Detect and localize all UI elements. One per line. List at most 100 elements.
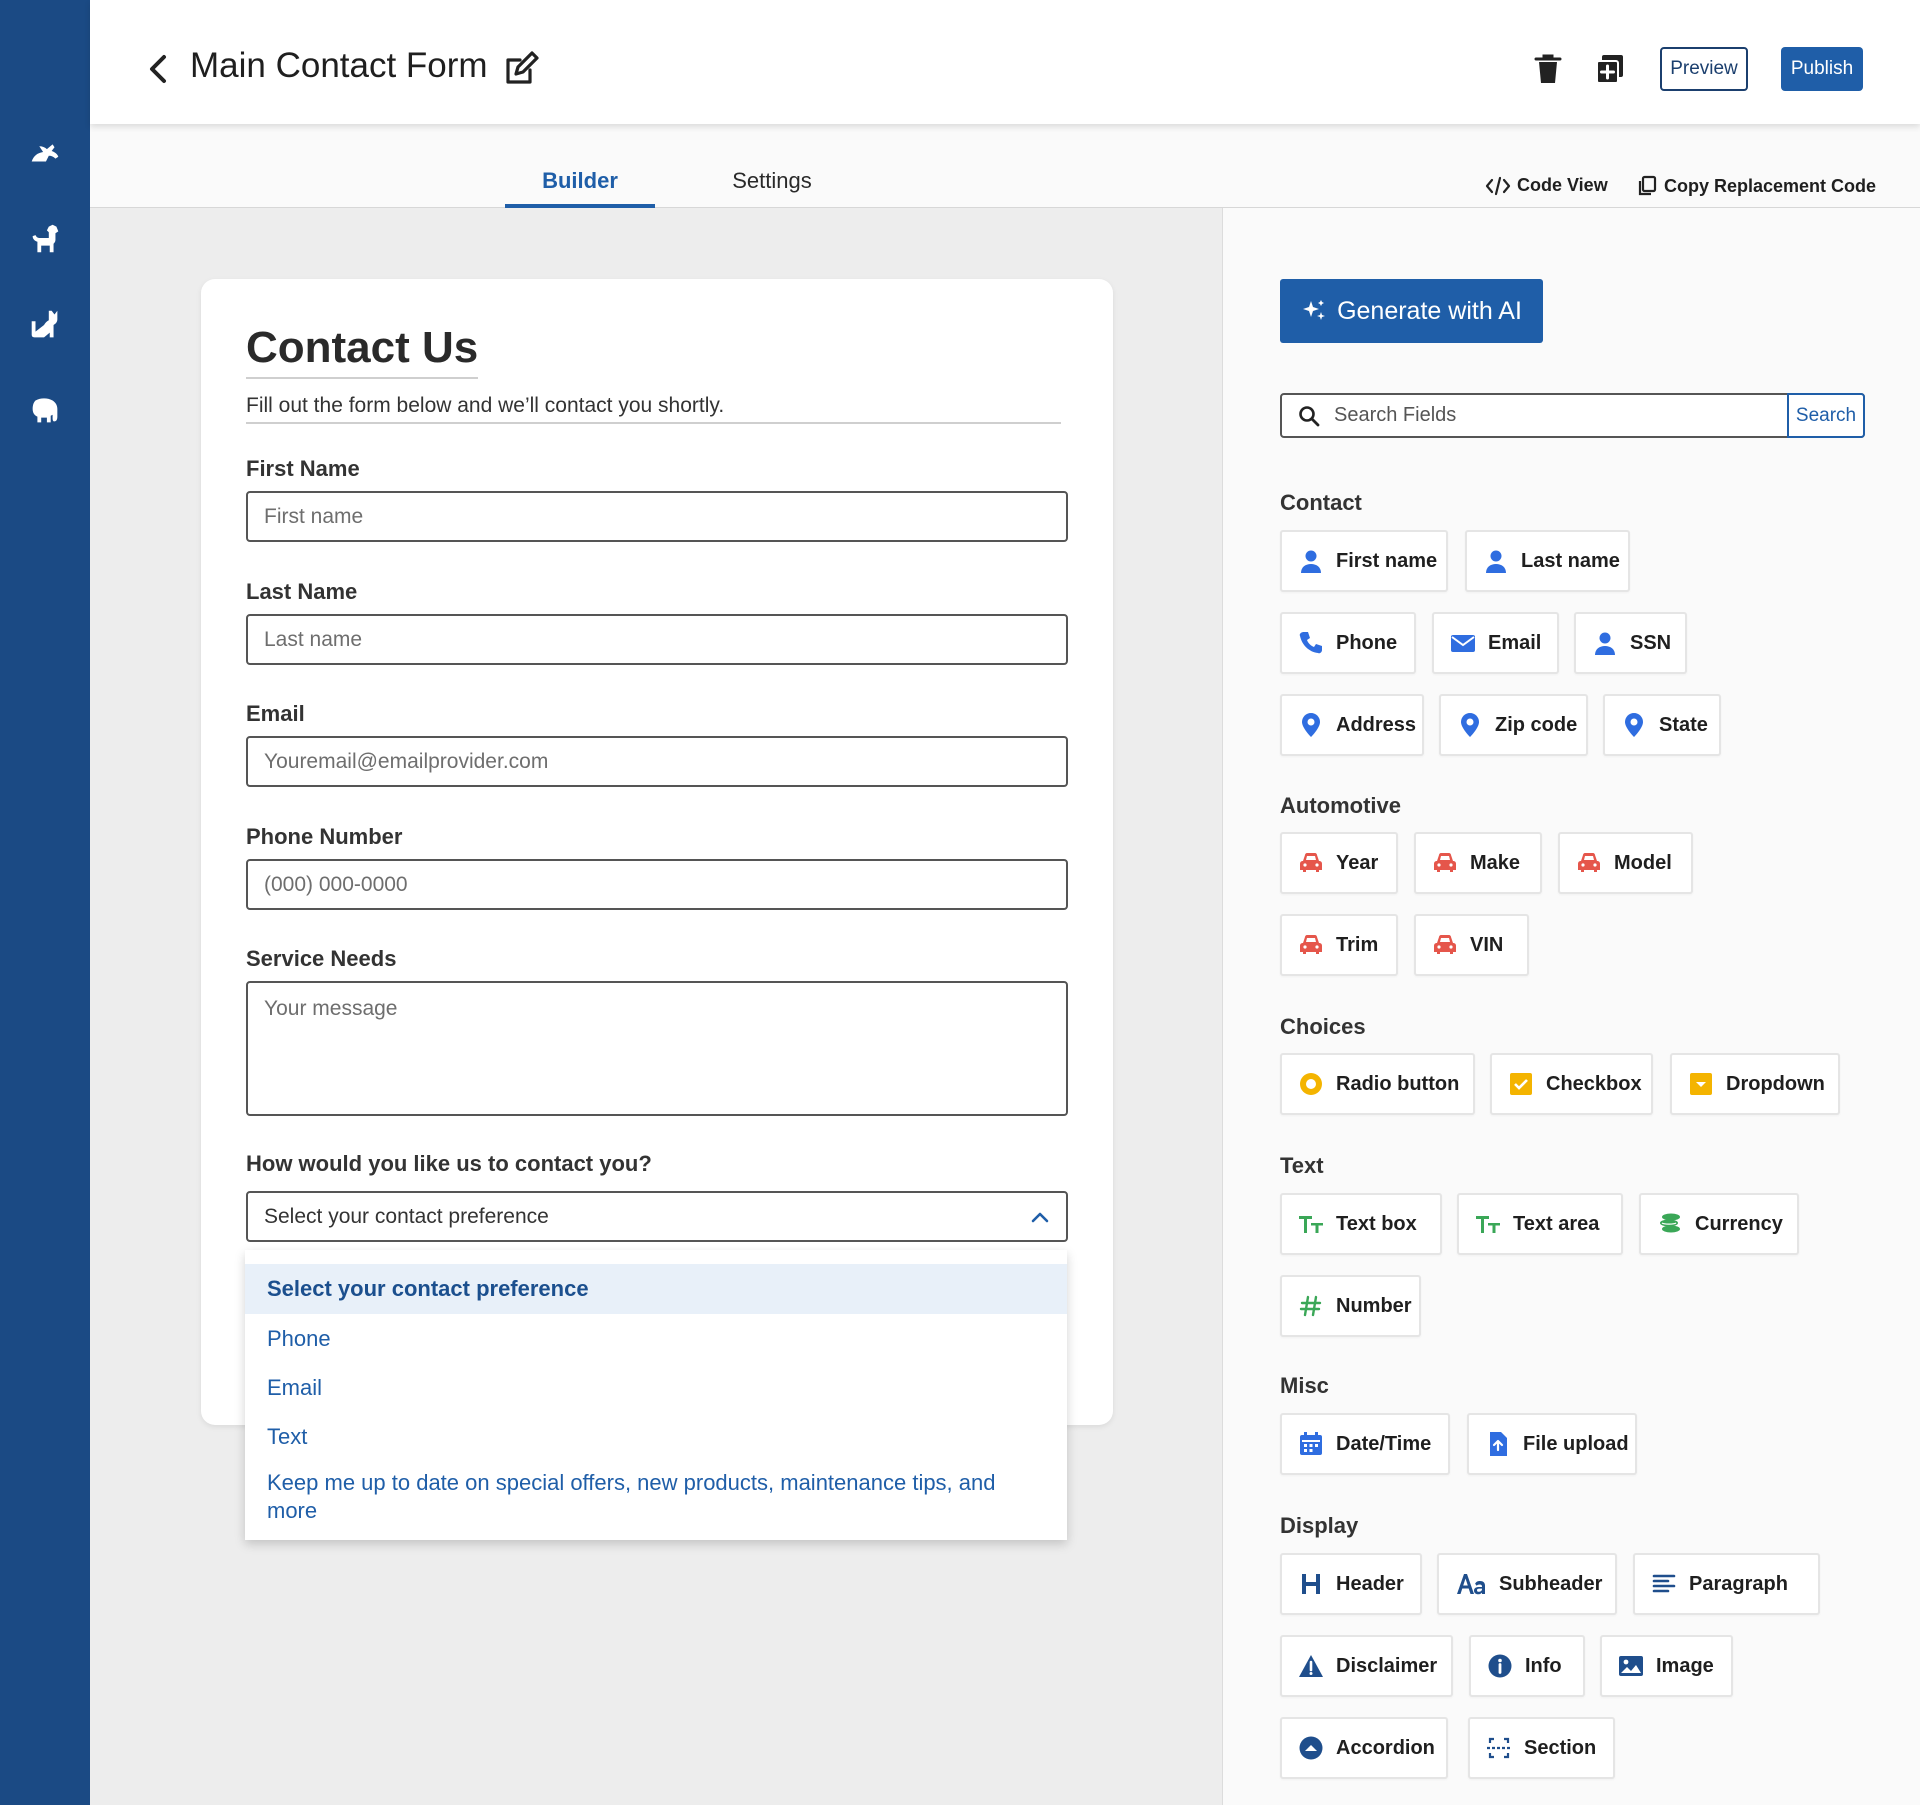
contact-pref-select[interactable]: Select your contact preference <box>246 1191 1068 1242</box>
chip-paragraph[interactable]: Paragraph <box>1633 1553 1820 1615</box>
chip-label: VIN <box>1470 933 1504 956</box>
chip-phone[interactable]: Phone <box>1280 612 1416 674</box>
chip-header[interactable]: Header <box>1280 1553 1422 1615</box>
person-icon <box>1595 632 1615 655</box>
checkbox-icon <box>1510 1073 1532 1095</box>
chip-first-name[interactable]: First name <box>1280 530 1448 592</box>
chip-year[interactable]: Year <box>1280 832 1398 894</box>
chip-trim[interactable]: Trim <box>1280 914 1398 976</box>
chip-dropdown[interactable]: Dropdown <box>1670 1053 1840 1115</box>
generate-ai-button[interactable]: Generate with AI <box>1280 279 1543 343</box>
dropdown-option[interactable]: Select your contact preference <box>245 1264 1067 1314</box>
chip-text-area[interactable]: Text area <box>1457 1193 1623 1255</box>
envelope-icon <box>1451 635 1475 652</box>
chip-state[interactable]: State <box>1603 694 1721 756</box>
preview-button[interactable]: Preview <box>1660 47 1748 91</box>
tab-builder[interactable]: Builder <box>505 168 655 194</box>
chip-date-time[interactable]: Date/Time <box>1280 1413 1450 1475</box>
warning-icon <box>1299 1655 1323 1677</box>
chip-ssn[interactable]: SSN <box>1574 612 1687 674</box>
chip-label: State <box>1659 713 1708 736</box>
form-canvas: Contact Us Fill out the form below and w… <box>90 208 1222 1805</box>
dropdown-option[interactable]: Email <box>245 1363 1067 1412</box>
chip-accordion[interactable]: Accordion <box>1280 1717 1448 1779</box>
last-name-label: Last Name <box>246 579 358 604</box>
service-needs-textarea[interactable] <box>246 981 1068 1116</box>
chip-last-name[interactable]: Last name <box>1465 530 1630 592</box>
chip-zip-code[interactable]: Zip code <box>1439 694 1588 756</box>
car-icon <box>1434 853 1456 872</box>
chip-label: Dropdown <box>1726 1072 1825 1095</box>
form-subtitle[interactable]: Fill out the form below and we’ll contac… <box>246 394 1061 424</box>
copy-code-label: Copy Replacement Code <box>1664 175 1877 196</box>
top-bar: Main Contact Form Preview Publish <box>90 0 1920 124</box>
chip-model[interactable]: Model <box>1558 832 1693 894</box>
code-icon <box>1485 176 1511 195</box>
chip-label: Phone <box>1336 631 1398 654</box>
edit-title-button[interactable] <box>502 48 542 88</box>
chip-vin[interactable]: VIN <box>1414 914 1529 976</box>
chevron-up-icon <box>1031 1212 1049 1222</box>
chip-disclaimer[interactable]: Disclaimer <box>1280 1635 1453 1697</box>
tab-settings[interactable]: Settings <box>702 168 842 194</box>
delete-button[interactable] <box>1533 52 1565 88</box>
duplicate-button[interactable] <box>1594 52 1628 88</box>
first-name-input[interactable] <box>246 491 1068 542</box>
paragraph-icon <box>1652 1574 1676 1593</box>
code-view-label: Code View <box>1517 175 1608 195</box>
last-name-input[interactable] <box>246 614 1068 665</box>
chip-info[interactable]: Info <box>1469 1635 1585 1697</box>
group-title-automotive: Automotive <box>1280 793 1401 818</box>
elephant-icon[interactable] <box>25 390 65 430</box>
chip-make[interactable]: Make <box>1414 832 1542 894</box>
chip-label: Radio button <box>1336 1072 1460 1095</box>
publish-button[interactable]: Publish <box>1781 47 1863 91</box>
location-pin-icon <box>1461 713 1479 737</box>
chip-label: Accordion <box>1336 1736 1435 1759</box>
chip-address[interactable]: Address <box>1280 694 1424 756</box>
chip-email[interactable]: Email <box>1432 612 1559 674</box>
dropdown-option[interactable]: Keep me up to date on special offers, ne… <box>245 1461 1067 1525</box>
sparkle-icon <box>1303 300 1326 320</box>
code-view-button[interactable]: Code View <box>1485 175 1608 196</box>
chip-radio-button[interactable]: Radio button <box>1280 1053 1475 1115</box>
accordion-icon <box>1299 1736 1323 1760</box>
search-input[interactable] <box>1334 395 1754 436</box>
dog-icon[interactable] <box>25 218 65 258</box>
tabs-bar: Builder Settings Code View Copy Replacem… <box>90 124 1920 208</box>
chip-label: Header <box>1336 1572 1404 1595</box>
dropdown-option[interactable]: Phone <box>245 1314 1067 1363</box>
back-button[interactable] <box>140 49 176 89</box>
email-input[interactable] <box>246 736 1068 787</box>
chip-text-box[interactable]: Text box <box>1280 1193 1442 1255</box>
font-size-icon <box>1457 1574 1485 1595</box>
horse-icon[interactable] <box>25 132 65 172</box>
chip-currency[interactable]: Currency <box>1639 1193 1799 1255</box>
group-title-contact: Contact <box>1280 490 1362 515</box>
dropdown-option[interactable]: Text <box>245 1412 1067 1461</box>
phone-icon <box>1299 632 1322 654</box>
chip-label: Checkbox <box>1546 1072 1642 1095</box>
chip-subheader[interactable]: Subheader <box>1437 1553 1617 1615</box>
contact-pref-dropdown: Select your contact preference Phone Ema… <box>245 1250 1067 1540</box>
copy-code-button[interactable]: Copy Replacement Code <box>1636 175 1876 197</box>
chip-label: Trim <box>1336 933 1379 956</box>
phone-input[interactable] <box>246 859 1068 910</box>
chip-label: Make <box>1470 851 1521 874</box>
chip-number[interactable]: Number <box>1280 1275 1421 1337</box>
person-icon <box>1301 550 1321 573</box>
phone-label: Phone Number <box>246 824 403 849</box>
chip-file-upload[interactable]: File upload <box>1467 1413 1637 1475</box>
chip-label: File upload <box>1523 1432 1629 1455</box>
location-pin-icon <box>1625 713 1643 737</box>
chip-section[interactable]: Section <box>1468 1717 1615 1779</box>
form-title[interactable]: Contact Us <box>246 323 479 379</box>
cat-icon[interactable] <box>25 305 65 345</box>
chip-checkbox[interactable]: Checkbox <box>1490 1053 1653 1115</box>
chip-image[interactable]: Image <box>1600 1635 1733 1697</box>
search-button[interactable]: Search <box>1787 393 1865 438</box>
search-field-group: Search <box>1280 393 1865 438</box>
car-icon <box>1300 935 1322 954</box>
group-title-misc: Misc <box>1280 1373 1329 1398</box>
chip-label: Text area <box>1513 1212 1600 1235</box>
